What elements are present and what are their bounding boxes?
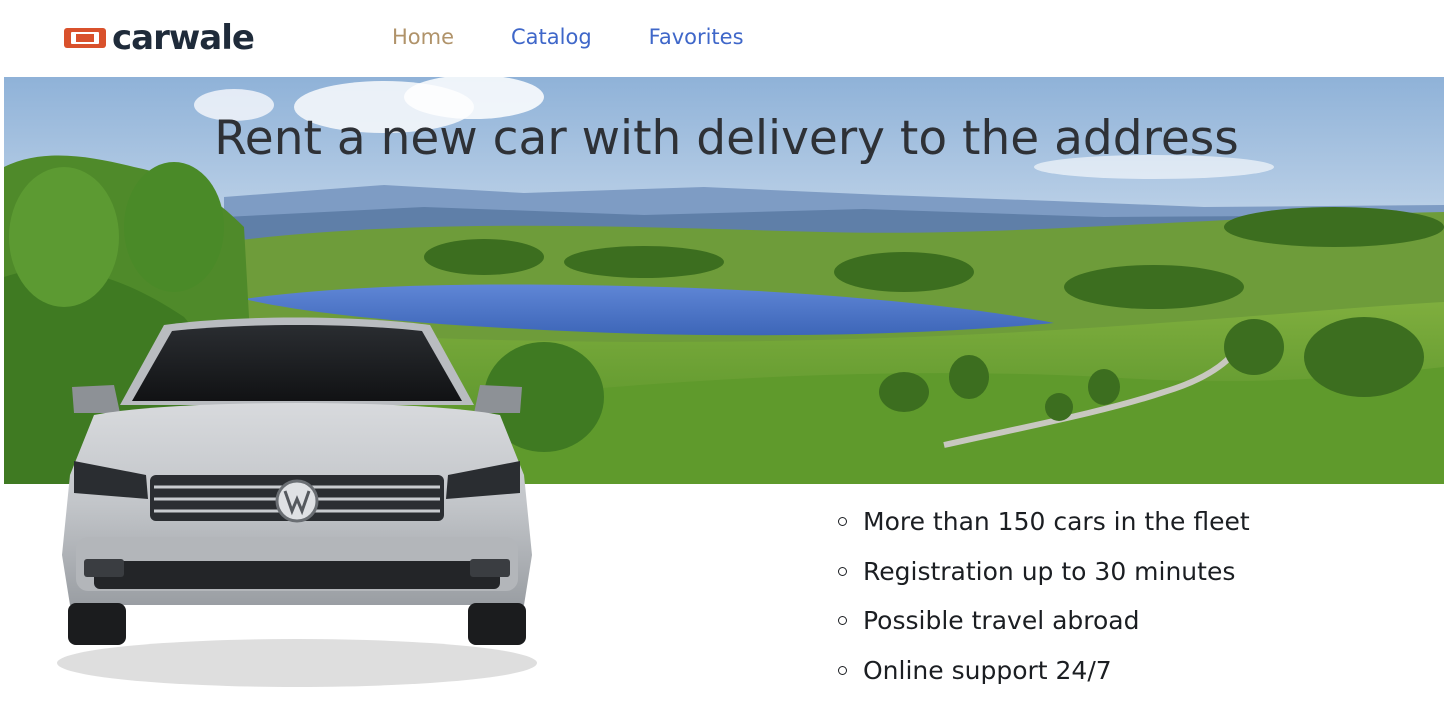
carwale-logo-icon: [64, 28, 106, 48]
nav-catalog[interactable]: Catalog: [511, 22, 592, 52]
feature-text: More than 150 cars in the fleet: [863, 507, 1250, 537]
features-list: More than 150 cars in the fleet Registra…: [838, 497, 1250, 695]
circle-bullet-icon: [838, 665, 847, 675]
list-item: Registration up to 30 minutes: [838, 547, 1250, 597]
list-item: More than 150 cars in the fleet: [838, 497, 1250, 547]
feature-text: Online support 24/7: [863, 655, 1112, 685]
nav-favorites[interactable]: Favorites: [649, 22, 744, 52]
feature-text: Registration up to 30 minutes: [863, 556, 1236, 586]
circle-bullet-icon: [838, 566, 847, 576]
volkswagen-car-image: [57, 317, 537, 687]
circle-bullet-icon: [838, 517, 847, 527]
list-item: Online support 24/7: [838, 646, 1250, 696]
list-item: Possible travel abroad: [838, 596, 1250, 646]
nav-home[interactable]: Home: [392, 22, 454, 52]
site-header: carwale Home Catalog Favorites: [0, 0, 1445, 77]
feature-text: Possible travel abroad: [863, 606, 1140, 636]
circle-bullet-icon: [838, 616, 847, 626]
hero-title: Rent a new car with delivery to the addr…: [214, 111, 1239, 166]
logo-text: carwale: [112, 18, 255, 58]
main-nav: Home Catalog Favorites: [392, 22, 801, 52]
logo[interactable]: carwale: [64, 18, 255, 58]
